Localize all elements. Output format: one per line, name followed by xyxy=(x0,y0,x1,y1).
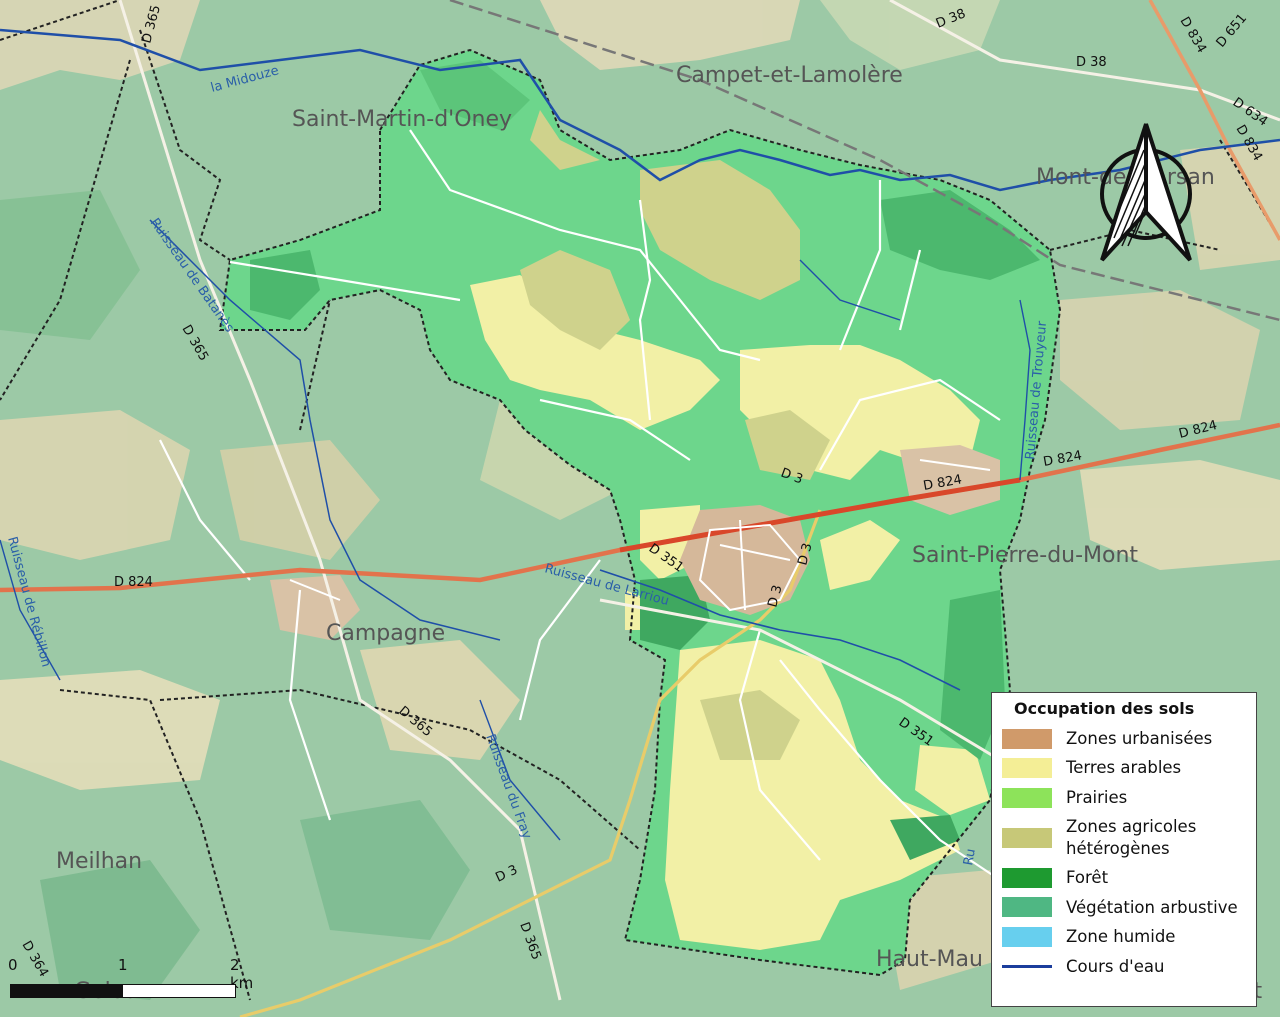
legend-label: Forêt xyxy=(1066,868,1109,888)
scale-bar-white xyxy=(122,984,236,998)
scale-bar-black xyxy=(10,984,124,998)
legend-color-swatch xyxy=(1002,827,1052,848)
legend-item: Terres arables xyxy=(1002,757,1246,779)
road-label-d38-b: D 38 xyxy=(1076,55,1107,70)
legend-item: Zones agricoles hétérogènes xyxy=(1002,816,1246,859)
legend-label: Cours d'eau xyxy=(1066,956,1165,976)
legend-item: Végétation arbustive xyxy=(1002,897,1246,918)
legend-label: Prairies xyxy=(1066,787,1128,807)
legend-color-swatch xyxy=(1002,926,1052,947)
scale-bar: 0 1 2 km xyxy=(8,952,253,1002)
place-label-meilhan: Meilhan xyxy=(56,849,142,874)
legend-item: Zone humide xyxy=(1002,926,1246,947)
legend-label: Zones urbanisées xyxy=(1066,729,1213,748)
legend-color-swatch xyxy=(1002,897,1052,918)
legend-item: Zones urbanisées xyxy=(1002,728,1246,749)
scale-label-1: 1 xyxy=(118,956,128,974)
water-label-ru: Ru xyxy=(961,848,979,867)
legend-items: Zones urbanisées Terres arables Prairies Zo… xyxy=(1002,728,1246,977)
road-label-d824-west: D 824 xyxy=(114,575,153,590)
legend-title: Occupation des sols xyxy=(1014,699,1195,718)
place-label-saint-pierre: Saint-Pierre-du-Mont xyxy=(912,543,1138,568)
legend-item: Prairies xyxy=(1002,787,1246,808)
legend-label: Zone humide xyxy=(1066,927,1176,947)
legend-color-swatch xyxy=(1002,758,1052,779)
place-label-campet: Campet-et-Lamolère xyxy=(676,63,903,88)
place-label-campagne: Campagne xyxy=(326,621,445,646)
place-label-haut-mauco: Haut-Mau xyxy=(876,947,983,972)
legend-item: Forêt xyxy=(1002,867,1246,888)
legend-color-swatch xyxy=(1002,787,1052,808)
legend-color-swatch xyxy=(1002,867,1052,888)
legend-line-swatch xyxy=(1002,964,1052,968)
north-arrow-icon xyxy=(1100,123,1192,262)
legend-label: Végétation arbustive xyxy=(1066,897,1238,917)
legend-color-swatch xyxy=(1002,728,1052,749)
scale-label-0: 0 xyxy=(8,956,18,974)
place-label-saint-martin: Saint-Martin-d'Oney xyxy=(292,107,512,132)
legend-label: Terres arables xyxy=(1066,758,1182,778)
legend: Occupation des sols Zones urbanisées Terr… xyxy=(991,692,1257,1007)
legend-label: Zones agricoles hétérogènes xyxy=(1066,817,1197,858)
legend-item: Cours d'eau xyxy=(1002,956,1246,977)
